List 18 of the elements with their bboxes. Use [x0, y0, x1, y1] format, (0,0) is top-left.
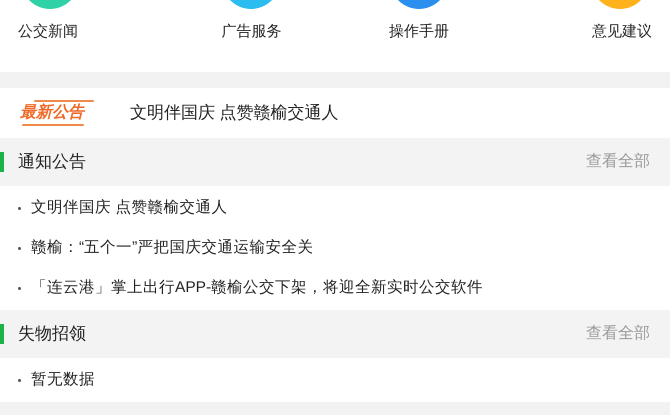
shortcut-label[interactable]: 操作手册: [388, 22, 449, 42]
notice-item[interactable]: 赣榆：“五个一”严把国庆交通运输安全关: [31, 236, 314, 260]
accent-bar: [0, 152, 4, 172]
bullet-icon: [18, 286, 21, 290]
headline-text[interactable]: 文明伴国庆 点赞赣榆交通人: [130, 100, 339, 126]
bullet-icon: [18, 378, 21, 382]
notice-item[interactable]: 暂无数据: [31, 368, 95, 392]
shortcut-label[interactable]: 公交新闻: [18, 22, 78, 42]
bullet-icon: [18, 246, 21, 250]
shortcut-label[interactable]: 广告服务: [221, 22, 282, 42]
shortcut-label[interactable]: 意见建议: [592, 22, 652, 42]
section-title: 失物招领: [18, 323, 86, 346]
notice-badge: 最新公告: [20, 100, 96, 126]
section-title: 通知公告: [18, 151, 86, 174]
bullet-icon: [18, 206, 21, 210]
accent-bar: [0, 324, 4, 344]
notice-item[interactable]: 「连云港」掌上出行APP-赣榆公交下架，将迎全新实时公交软件: [31, 276, 484, 300]
notice-item[interactable]: 文明伴国庆 点赞赣榆交通人: [31, 196, 228, 220]
